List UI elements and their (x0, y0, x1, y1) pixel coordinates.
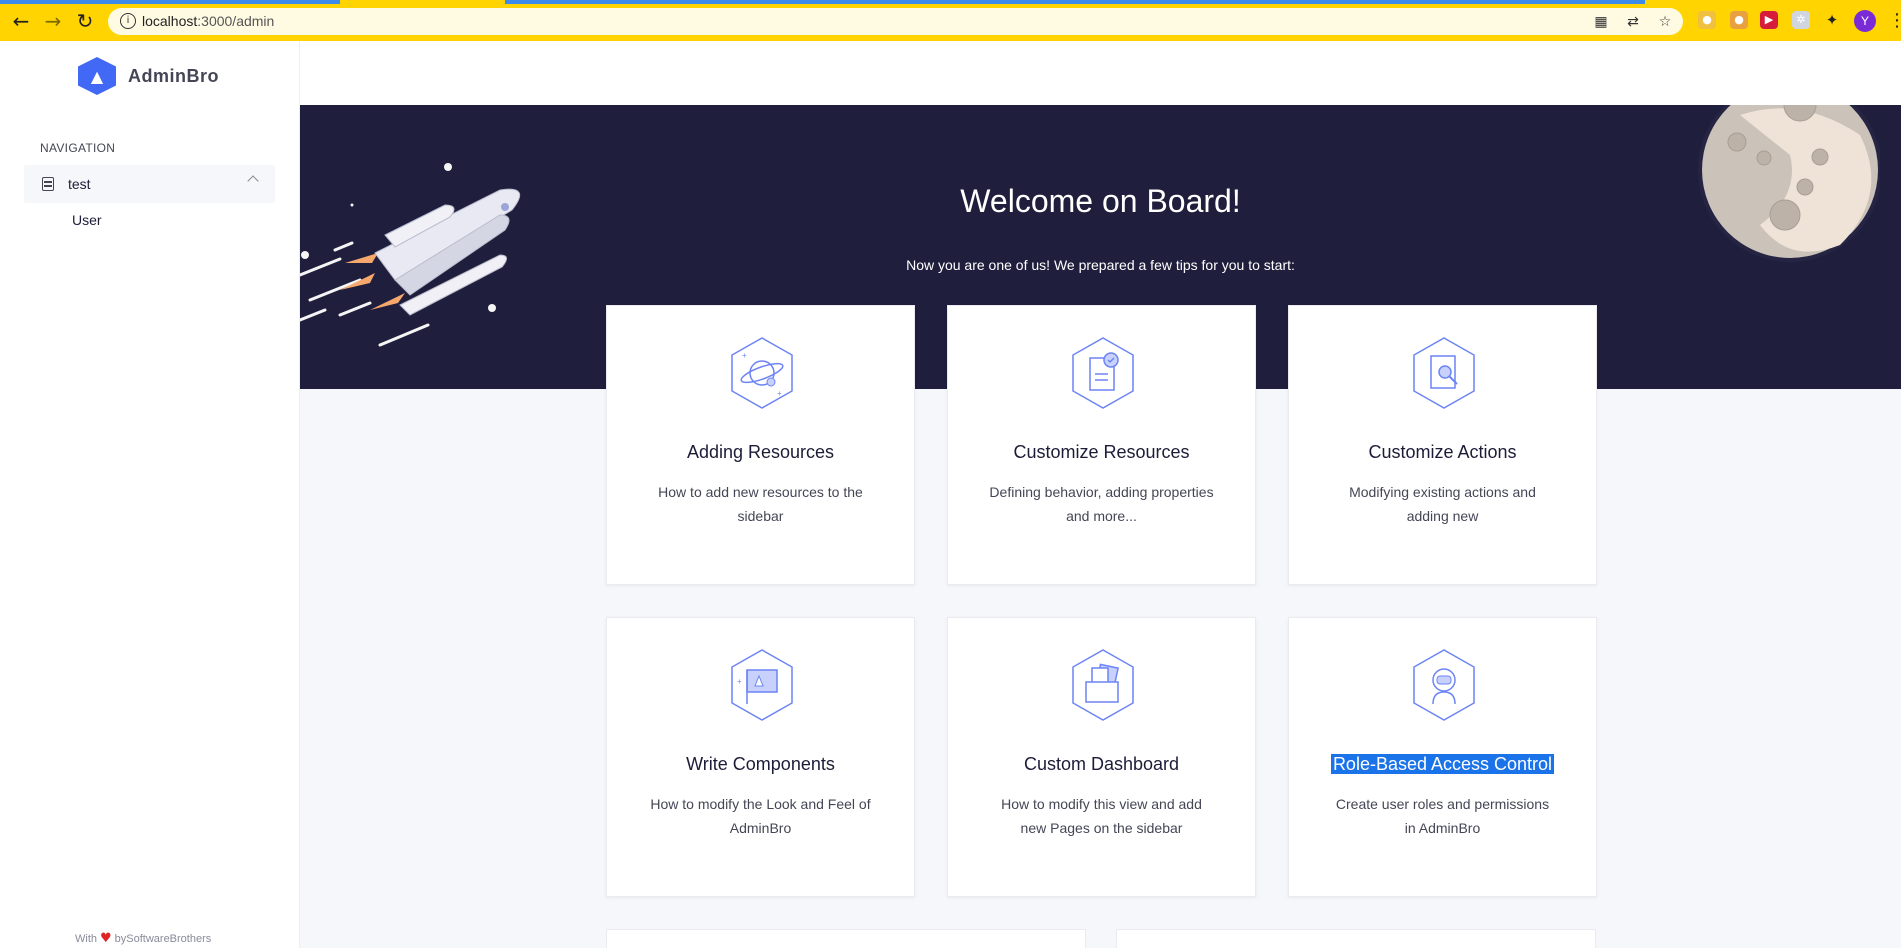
card-write-components[interactable]: + Write Components How to modify the Loo… (606, 617, 915, 897)
sidebar: ▲ AdminBro NAVIGATION test User With ♥ b… (0, 41, 300, 948)
card-custom-dashboard[interactable]: Custom Dashboard How to modify this view… (947, 617, 1256, 897)
cookie-extension-icon[interactable]: ● (1730, 11, 1748, 29)
card-title: Role-Based Access Control (1330, 754, 1555, 774)
document-check-icon (1072, 337, 1134, 409)
puzzle-extensions-icon[interactable]: ✦ (1823, 11, 1841, 29)
card-title: Write Components (686, 754, 835, 774)
card-description: Modifying existing actions and adding ne… (1349, 484, 1536, 524)
folder-icon (1072, 649, 1134, 721)
tab-active[interactable] (505, 0, 1645, 4)
card-partial[interactable] (606, 929, 1086, 948)
reload-icon[interactable]: ↻ (74, 9, 96, 33)
planet-icon: + + (731, 337, 793, 409)
svg-text:+: + (742, 351, 747, 360)
footer-credit: With ♥ bySoftwareBrothers (75, 931, 212, 946)
extension-icon[interactable]: ● (1698, 11, 1716, 29)
card-partial[interactable] (1116, 929, 1596, 948)
extension-icon[interactable]: ✲ (1792, 11, 1810, 29)
browser-toolbar: ← → ↻ i localhost:3000/admin ▦ ⇄ ☆ ● ● ▶… (0, 0, 1901, 41)
card-title: Customize Resources (1013, 442, 1190, 462)
sidebar-group-test[interactable]: test (24, 165, 275, 203)
heart-icon: ♥ (100, 931, 112, 946)
profile-avatar[interactable]: Y (1854, 10, 1876, 32)
sidebar-item-user[interactable]: User (72, 212, 102, 228)
forward-arrow-icon[interactable]: → (42, 9, 64, 33)
chevron-up-icon[interactable] (247, 175, 259, 187)
navigation-heading: NAVIGATION (40, 141, 116, 155)
footer-link[interactable]: bySoftwareBrothers (115, 933, 212, 945)
menu-kebab-icon[interactable]: ⋮ (1888, 10, 1901, 31)
card-description: Defining behavior, adding properties and… (989, 484, 1214, 524)
brand-name: AdminBro (128, 65, 219, 86)
video-extension-icon[interactable]: ▶ (1760, 11, 1778, 29)
card-description: Create user roles and permissions in Adm… (1335, 796, 1550, 836)
back-arrow-icon[interactable]: ← (10, 9, 32, 33)
welcome-title: Welcome on Board! (960, 183, 1241, 219)
qr-code-icon[interactable]: ▦ (1593, 14, 1609, 30)
card-description: How to add new resources to the sidebar (658, 484, 863, 524)
brand-logo[interactable]: ▲ AdminBro (78, 57, 219, 95)
tab-strip (0, 0, 1901, 4)
svg-text:+: + (737, 677, 742, 686)
main-content: Welcome on Board! Now you are one of us!… (300, 41, 1901, 948)
site-info-icon[interactable]: i (120, 13, 136, 29)
welcome-subtitle: Now you are one of us! We prepared a few… (906, 257, 1295, 273)
url-text[interactable]: localhost:3000/admin (142, 13, 274, 29)
card-adding-resources[interactable]: + + Adding Resources How to add new reso… (606, 305, 915, 585)
sidebar-group-label: test (68, 176, 91, 192)
rocket-logo-icon: ▲ (78, 57, 116, 95)
flag-icon: + (731, 649, 793, 721)
top-bar (300, 41, 1901, 105)
card-customize-actions[interactable]: Customize Actions Modifying existing act… (1288, 305, 1597, 585)
card-customize-resources[interactable]: Customize Resources Defining behavior, a… (947, 305, 1256, 585)
card-title: Adding Resources (686, 442, 835, 462)
database-icon (42, 177, 54, 191)
tab[interactable] (0, 0, 340, 4)
translate-icon[interactable]: ⇄ (1625, 14, 1641, 30)
address-bar[interactable]: i localhost:3000/admin ▦ ⇄ ☆ (108, 8, 1683, 35)
card-description: How to modify the Look and Feel of Admin… (650, 796, 871, 836)
card-title: Custom Dashboard (1023, 754, 1180, 774)
document-search-icon (1413, 337, 1475, 409)
bookmark-star-icon[interactable]: ☆ (1657, 14, 1673, 30)
astronaut-icon (1413, 649, 1475, 721)
card-description: How to modify this view and add new Page… (1001, 796, 1202, 836)
card-title: Customize Actions (1368, 442, 1517, 462)
card-role-based-access-control[interactable]: Role-Based Access Control Create user ro… (1288, 617, 1597, 897)
svg-text:+: + (777, 389, 782, 398)
